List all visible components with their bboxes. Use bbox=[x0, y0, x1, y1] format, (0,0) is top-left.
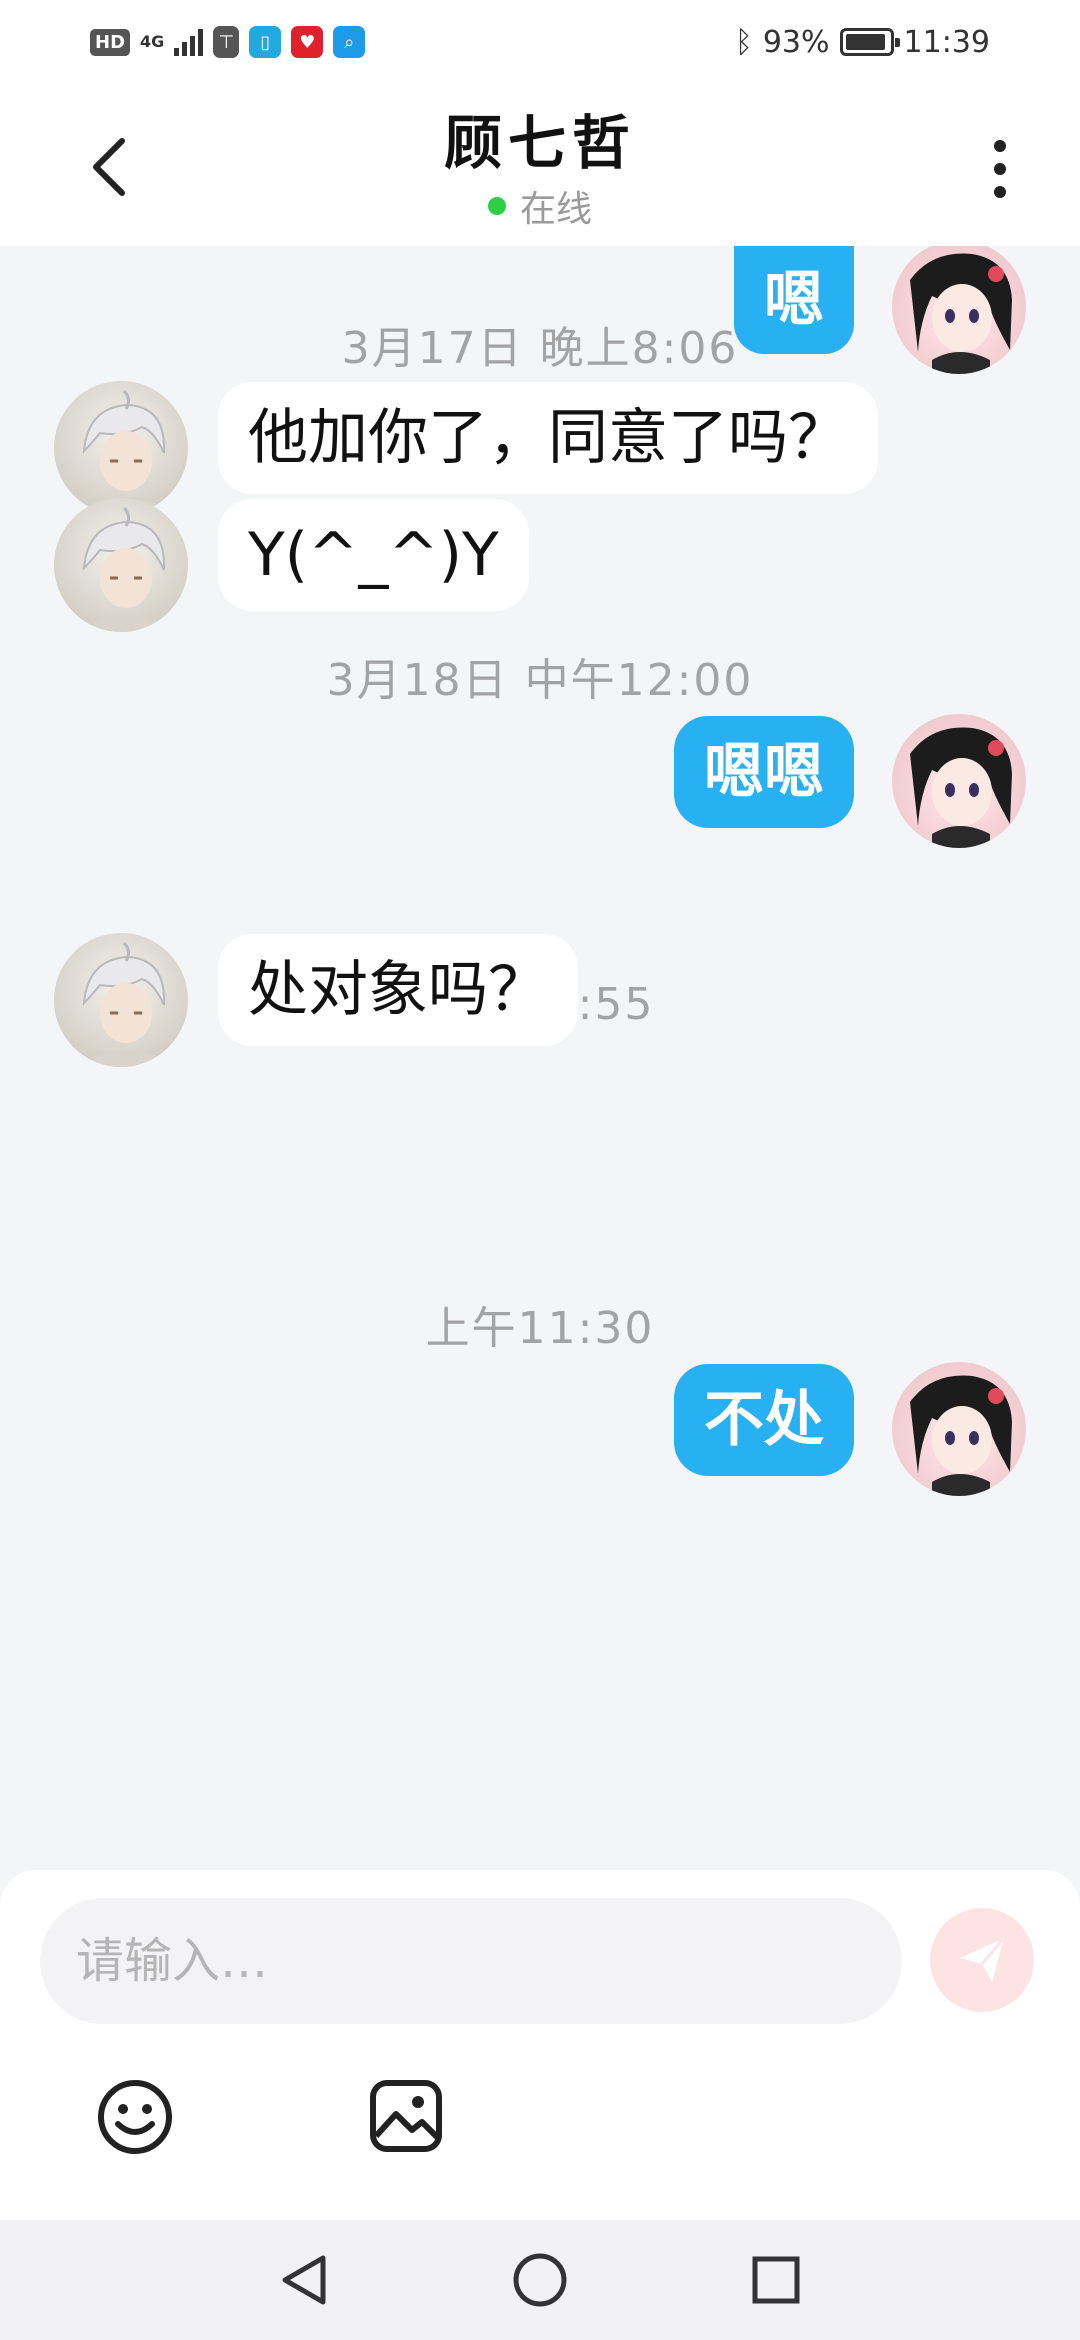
emoji-button[interactable] bbox=[96, 2078, 174, 2156]
contact-avatar[interactable] bbox=[54, 498, 188, 632]
timestamp: 上午11:30 bbox=[425, 1303, 655, 1354]
square-recent-icon bbox=[752, 2256, 800, 2304]
nav-back-button[interactable] bbox=[276, 2252, 332, 2308]
contact-avatar[interactable] bbox=[54, 381, 188, 515]
image-icon bbox=[370, 2080, 442, 2152]
nav-home-button[interactable] bbox=[512, 2252, 568, 2308]
girl-avatar-icon bbox=[910, 1375, 1012, 1496]
triangle-back-icon bbox=[282, 2255, 326, 2305]
message-input[interactable] bbox=[40, 1898, 902, 2024]
boy-avatar-icon bbox=[82, 941, 166, 1067]
message-bubble-outgoing[interactable]: 不处 bbox=[674, 1364, 854, 1476]
network-type: 4G bbox=[140, 32, 165, 51]
timestamp: 3月18日 中午12:00 bbox=[326, 655, 754, 706]
smiley-icon bbox=[98, 2080, 172, 2154]
my-avatar[interactable] bbox=[892, 714, 1026, 848]
boy-avatar-icon bbox=[82, 506, 166, 632]
timestamp: 3月17日 晚上8:06 bbox=[341, 323, 739, 374]
online-label: 在线 bbox=[519, 189, 592, 230]
more-dot bbox=[994, 186, 1006, 198]
online-dot bbox=[487, 197, 506, 215]
status-bar-left: HD 4G ⊤ ▯ ♥ ⌕ bbox=[90, 26, 366, 58]
battery-percent: 93% bbox=[762, 24, 830, 60]
input-panel bbox=[0, 1870, 1080, 2220]
more-dot bbox=[994, 163, 1006, 175]
paper-plane-icon bbox=[960, 1937, 1006, 1982]
hd-indicator: HD bbox=[90, 28, 131, 56]
more-options-button[interactable] bbox=[980, 134, 1020, 204]
contact-avatar[interactable] bbox=[54, 933, 188, 1067]
search-app-icon: ⌕ bbox=[333, 26, 366, 58]
book-app-icon: ▯ bbox=[249, 26, 282, 58]
chat-header: 顾七哲 在线 bbox=[0, 84, 1080, 246]
girl-avatar-icon bbox=[910, 727, 1012, 848]
message-bubble-incoming[interactable]: Y(^_^)Y bbox=[218, 499, 529, 611]
heart-app-icon: ♥ bbox=[291, 26, 324, 58]
status-bar: HD 4G ⊤ ▯ ♥ ⌕ ᛒ 93% 11:39 bbox=[0, 0, 1080, 84]
more-vertical-icon bbox=[994, 140, 1006, 152]
message-list[interactable]: 嗯 3月17日 晚上8:06 他加你了，同意了吗？ Y(^_^)Y 3月18日 … bbox=[0, 246, 1080, 1870]
online-status: 在线 bbox=[0, 180, 1080, 232]
clock: 11:39 bbox=[903, 24, 990, 60]
send-button[interactable] bbox=[930, 1908, 1034, 2012]
message-bubble-outgoing[interactable]: 嗯嗯 bbox=[674, 716, 854, 828]
notification-app-icon: ⊤ bbox=[213, 26, 240, 58]
system-navigation-bar bbox=[0, 2220, 1080, 2340]
battery-fill bbox=[845, 34, 885, 50]
message-bubble-incoming[interactable]: 处对象吗？ bbox=[218, 934, 578, 1046]
image-button[interactable] bbox=[368, 2078, 444, 2154]
my-avatar[interactable] bbox=[892, 1362, 1026, 1496]
status-bar-right: ᛒ 93% 11:39 bbox=[735, 25, 990, 60]
battery-icon bbox=[839, 28, 900, 56]
bluetooth-icon: ᛒ bbox=[734, 24, 753, 60]
contact-name: 顾七哲 bbox=[443, 109, 636, 177]
boy-avatar-icon bbox=[82, 389, 166, 515]
message-bubble-incoming[interactable]: 他加你了，同意了吗？ bbox=[218, 382, 878, 494]
circle-home-icon bbox=[513, 2253, 567, 2307]
signal-icon bbox=[174, 28, 204, 56]
nav-recent-button[interactable] bbox=[748, 2252, 804, 2308]
